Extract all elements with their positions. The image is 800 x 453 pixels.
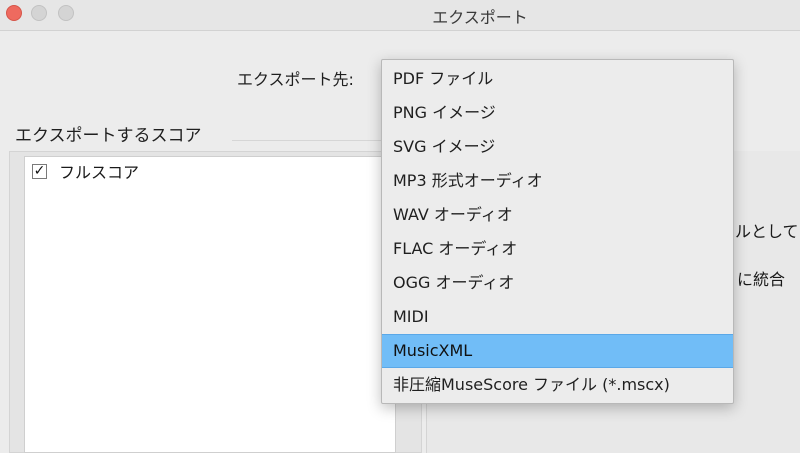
menu-item-midi[interactable]: MIDI [382,300,733,334]
title-bar: エクスポート [0,0,800,31]
menu-item-pdf[interactable]: PDF ファイル [382,62,733,96]
scores-group-title: エクスポートするスコア [15,126,202,146]
menu-item-png[interactable]: PNG イメージ [382,96,733,130]
score-item-full-score[interactable]: ✓ フルスコア [32,160,139,182]
menu-item-mp3[interactable]: MP3 形式オーディオ [382,164,733,198]
menu-item-mscx[interactable]: 非圧縮MuseScore ファイル (*.mscx) [382,368,733,402]
option-text-partial-2: に統合 [737,270,786,289]
export-destination-label: エクスポート先: [237,70,354,89]
menu-item-flac[interactable]: FLAC オーディオ [382,232,733,266]
menu-item-ogg[interactable]: OGG オーディオ [382,266,733,300]
window-title: エクスポート [432,8,528,27]
full-score-label: フルスコア [59,163,140,182]
option-text-partial-1: ルとして [735,222,799,241]
full-score-checkbox[interactable]: ✓ [32,163,47,179]
menu-item-wav[interactable]: WAV オーディオ [382,198,733,232]
export-destination-dropdown-menu[interactable]: PDF ファイル PNG イメージ SVG イメージ MP3 形式オーディオ W… [381,59,734,404]
score-list[interactable] [24,156,396,453]
menu-item-svg[interactable]: SVG イメージ [382,130,733,164]
menu-item-musicxml[interactable]: MusicXML [382,334,733,368]
